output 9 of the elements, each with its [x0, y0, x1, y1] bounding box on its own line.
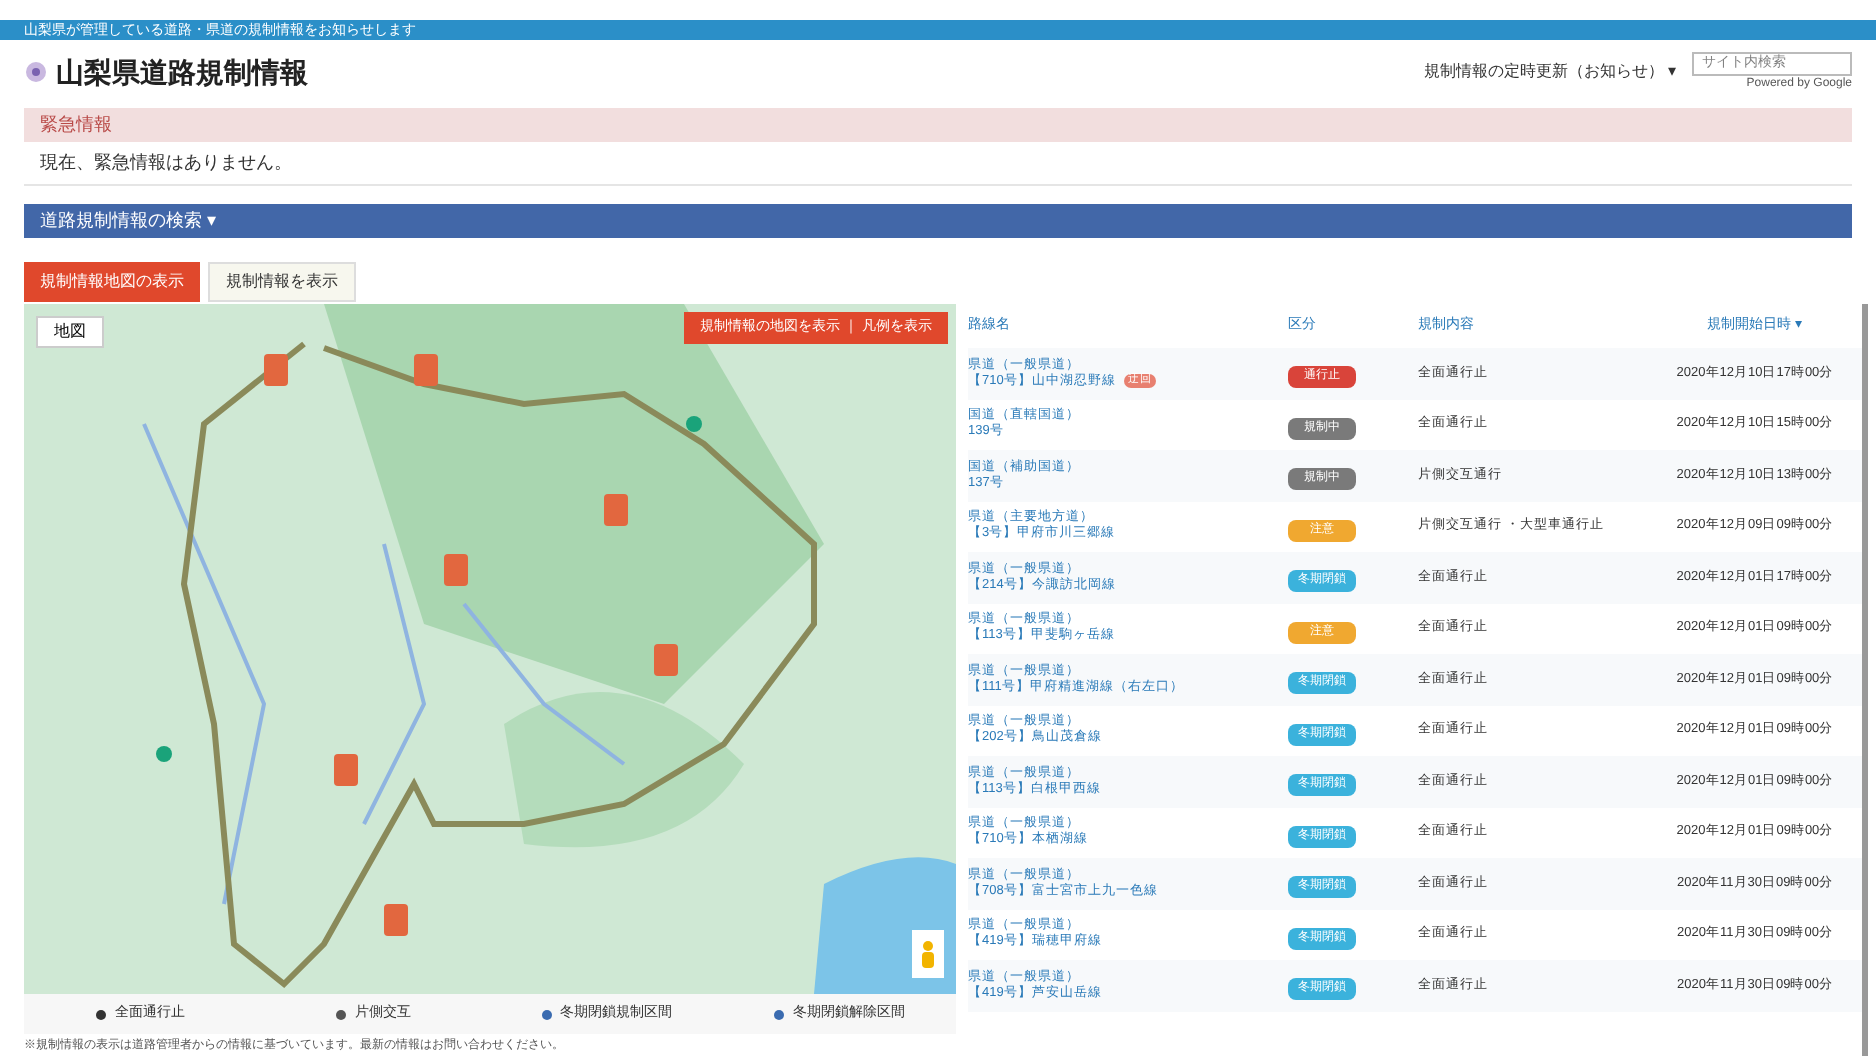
map-type-button[interactable]: 地図: [36, 316, 104, 348]
logo-icon: [24, 60, 48, 84]
alert-text: 現在、緊急情報はありません。: [40, 149, 292, 176]
site-title: 山梨県道路規制情報: [56, 53, 308, 91]
notice-menu[interactable]: 規制情報の定時更新（お知らせ） ▾: [1423, 60, 1676, 84]
view-tab[interactable]: 規制情報地図の表示: [24, 262, 200, 302]
view-tab[interactable]: 規制情報を表示: [208, 262, 356, 302]
alert-title: 緊急情報: [40, 111, 112, 138]
search-bar[interactable]: 道路規制情報の検索 ▾: [24, 204, 1852, 238]
